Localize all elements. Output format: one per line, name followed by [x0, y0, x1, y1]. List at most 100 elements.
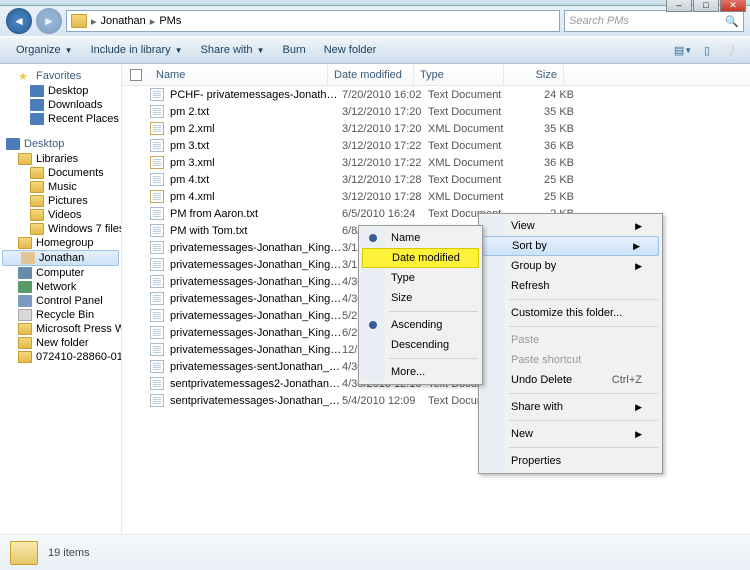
file-name: PCHF- privatemessages-Jonathan_Kin... [170, 89, 342, 101]
sort-name[interactable]: Name [361, 228, 480, 248]
nav-item[interactable]: Pictures [0, 194, 121, 208]
nav-item[interactable]: Control Panel [0, 294, 121, 308]
folder-icon [71, 14, 87, 28]
file-name: privatemessages-Jonathan_King-04-3... [170, 276, 342, 288]
library-icon [30, 195, 44, 207]
forward-button[interactable]: ► [36, 8, 62, 34]
radio-selected-icon [369, 234, 377, 242]
nav-item[interactable]: Documents [0, 166, 121, 180]
column-size[interactable]: Size [504, 64, 564, 85]
file-icon [150, 326, 164, 339]
address-bar[interactable]: ▸ Jonathan ▸ PMs [66, 10, 560, 32]
view-options-button[interactable]: ▤▼ [672, 39, 694, 61]
file-size: 36 KB [518, 157, 574, 169]
favorites-group[interactable]: ★Favorites [0, 68, 121, 84]
nav-libraries[interactable]: Libraries [0, 152, 121, 166]
file-row[interactable]: pm 2.txt3/12/2010 17:20Text Document35 K… [122, 103, 750, 120]
select-all-checkbox[interactable] [130, 69, 142, 81]
help-button[interactable]: ❔ [720, 39, 742, 61]
preview-pane-button[interactable]: ▯ [696, 39, 718, 61]
file-row[interactable]: pm 2.xml3/12/2010 17:20XML Document35 KB [122, 120, 750, 137]
minimize-button[interactable]: – [666, 0, 692, 12]
file-icon [150, 190, 164, 203]
ctx-new[interactable]: New▶ [481, 424, 660, 444]
close-button[interactable]: ✕ [720, 0, 746, 12]
nav-item[interactable]: Desktop [0, 84, 121, 98]
column-date[interactable]: Date modified [328, 64, 414, 85]
breadcrumb-sep: ▸ [91, 15, 97, 28]
nav-item[interactable]: Recent Places [0, 112, 121, 126]
file-type: Text Document [428, 174, 518, 186]
file-type: Text Document [428, 89, 518, 101]
column-header-row: Name Date modified Type Size [122, 64, 750, 86]
nav-item[interactable]: Recycle Bin [0, 308, 121, 322]
nav-item[interactable]: New folder [0, 336, 121, 350]
nav-icon [18, 267, 32, 279]
ctx-properties[interactable]: Properties [481, 451, 660, 471]
share-with-button[interactable]: Share with▼ [193, 41, 273, 59]
include-library-button[interactable]: Include in library▼ [83, 41, 191, 59]
file-row[interactable]: pm 3.txt3/12/2010 17:22Text Document36 K… [122, 137, 750, 154]
breadcrumb-seg[interactable]: Jonathan [101, 15, 146, 27]
place-icon [30, 99, 44, 111]
file-size: 35 KB [518, 106, 574, 118]
burn-button[interactable]: Burn [274, 41, 313, 59]
nav-icon [18, 237, 32, 249]
column-name[interactable]: Name [150, 64, 328, 85]
file-icon [150, 122, 164, 135]
search-input[interactable]: Search PMs 🔍 [564, 10, 744, 32]
sort-more[interactable]: More... [361, 362, 480, 382]
search-placeholder: Search PMs [569, 15, 629, 27]
back-button[interactable]: ◄ [6, 8, 32, 34]
nav-item[interactable]: Videos [0, 208, 121, 222]
ctx-groupby[interactable]: Group by▶ [481, 256, 660, 276]
file-size: 36 KB [518, 140, 574, 152]
breadcrumb-seg[interactable]: PMs [159, 15, 181, 27]
file-icon [150, 377, 164, 390]
nav-item[interactable]: Homegroup [0, 236, 121, 250]
file-row[interactable]: pm 4.txt3/12/2010 17:28Text Document25 K… [122, 171, 750, 188]
folder-icon [10, 541, 38, 565]
submenu-arrow-icon: ▶ [635, 429, 642, 440]
ctx-undo[interactable]: Undo DeleteCtrl+Z [481, 370, 660, 390]
ctx-view[interactable]: View▶ [481, 216, 660, 236]
maximize-button[interactable]: □ [693, 0, 719, 12]
file-name: privatemessages-Jonathan_King-05-2... [170, 310, 342, 322]
ctx-paste-shortcut: Paste shortcut [481, 350, 660, 370]
sort-size[interactable]: Size [361, 288, 480, 308]
nav-item[interactable]: Jonathan [2, 250, 119, 266]
nav-item[interactable]: 072410-28860-01.zip [0, 350, 121, 364]
column-type[interactable]: Type [414, 64, 504, 85]
ctx-customize[interactable]: Customize this folder... [481, 303, 660, 323]
file-row[interactable]: pm 4.xml3/12/2010 17:28XML Document25 KB [122, 188, 750, 205]
file-name: pm 3.txt [170, 140, 342, 152]
nav-item[interactable]: Network [0, 280, 121, 294]
ctx-sortby[interactable]: Sort by▶ [482, 236, 659, 256]
desktop-group[interactable]: Desktop [0, 136, 121, 152]
organize-button[interactable]: Organize▼ [8, 41, 81, 59]
library-icon [30, 167, 44, 179]
submenu-arrow-icon: ▶ [635, 221, 642, 232]
new-folder-button[interactable]: New folder [316, 41, 385, 59]
sortby-submenu: Name Date modified Type Size Ascending D… [358, 225, 483, 385]
file-date: 7/20/2010 16:02 [342, 89, 428, 101]
sort-date[interactable]: Date modified [362, 248, 479, 268]
file-row[interactable]: PCHF- privatemessages-Jonathan_Kin...7/2… [122, 86, 750, 103]
nav-icon [18, 337, 32, 349]
file-date: 3/12/2010 17:22 [342, 157, 428, 169]
ctx-refresh[interactable]: Refresh [481, 276, 660, 296]
nav-item[interactable]: Microsoft Press Win [0, 322, 121, 336]
file-row[interactable]: pm 3.xml3/12/2010 17:22XML Document36 KB [122, 154, 750, 171]
file-icon [150, 275, 164, 288]
sort-type[interactable]: Type [361, 268, 480, 288]
nav-item[interactable]: Music [0, 180, 121, 194]
file-icon [150, 207, 164, 220]
breadcrumb-sep: ▸ [150, 15, 156, 28]
nav-item[interactable]: Computer [0, 266, 121, 280]
nav-item[interactable]: Windows 7 files [0, 222, 121, 236]
nav-item[interactable]: Downloads [0, 98, 121, 112]
sort-descending[interactable]: Descending [361, 335, 480, 355]
file-date: 3/12/2010 17:20 [342, 123, 428, 135]
sort-ascending[interactable]: Ascending [361, 315, 480, 335]
ctx-sharewith[interactable]: Share with▶ [481, 397, 660, 417]
